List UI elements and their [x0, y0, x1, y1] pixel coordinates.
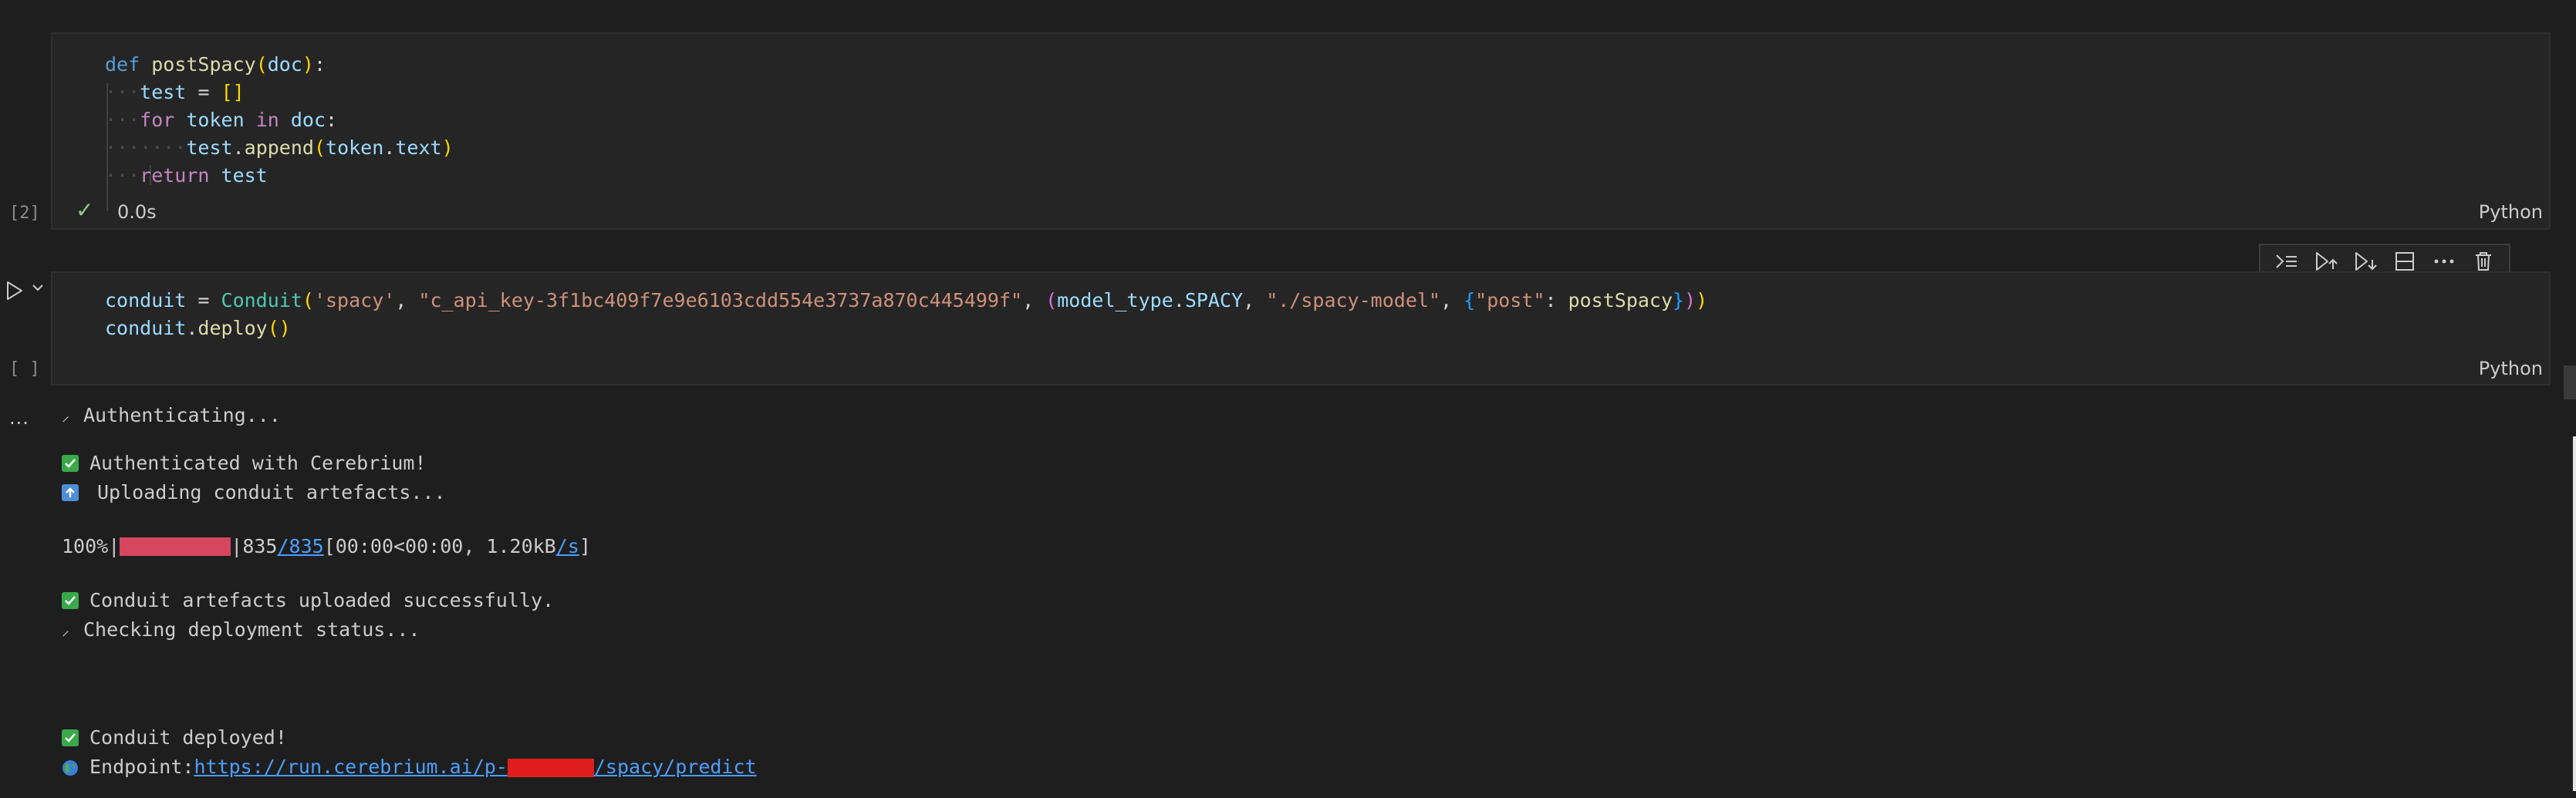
output-text: Authenticated with Cerebrium!	[89, 452, 427, 474]
code-line-1[interactable]: conduit = Conduit('spacy', "c_api_key-3f…	[105, 287, 1707, 315]
code-line-2[interactable]: ···test = []	[105, 79, 245, 106]
spinner-icon: ⸝	[62, 406, 69, 425]
endpoint-url-prefix: https://run.cerebrium.ai/p-	[194, 756, 508, 778]
check-mark-icon	[62, 729, 79, 746]
endpoint-link[interactable]: https://run.cerebrium.ai/p- /spacy/predic…	[194, 756, 756, 778]
method: append	[244, 136, 314, 159]
output-text: Checking deployment status...	[83, 618, 420, 641]
keyword: in	[255, 109, 279, 131]
execution-time: 0.0s	[117, 201, 157, 223]
check-mark-icon	[62, 454, 79, 472]
parameter: doc	[267, 53, 302, 76]
variable: token	[186, 109, 245, 131]
run-cell-below-icon[interactable]	[2353, 249, 2378, 274]
attribute: SPACY	[1184, 289, 1244, 311]
attribute: text	[395, 136, 442, 159]
keyword: return	[140, 164, 210, 187]
output-line-authenticated: Authenticated with Cerebrium!	[62, 452, 427, 474]
more-actions-icon[interactable]	[2432, 249, 2456, 274]
output-line-authenticating: ⸝ Authenticating...	[62, 404, 281, 426]
list-literal: []	[221, 81, 245, 103]
function-name: postSpacy	[151, 53, 256, 76]
output-text: Uploading conduit artefacts...	[97, 481, 446, 503]
variable: token	[326, 136, 384, 159]
output-text: Conduit deployed!	[89, 726, 287, 749]
code-line-5[interactable]: ···return test	[105, 162, 268, 190]
delete-cell-icon[interactable]	[2471, 249, 2496, 274]
execution-count: [ ]	[9, 359, 40, 379]
class-name: Conduit	[221, 289, 302, 311]
output-line-uploading: Uploading conduit artefacts...	[62, 481, 446, 503]
progress-separator: |	[231, 535, 243, 557]
variable: test	[221, 164, 268, 187]
run-cell-icon[interactable]	[3, 279, 26, 302]
scrollbar-marker[interactable]	[2564, 365, 2576, 399]
string-literal: "c_api_key-3f1bc409f7e9e6103cdd554e3737a…	[418, 289, 1023, 311]
code-line-4[interactable]: ·······test.append(token.text)	[105, 134, 454, 162]
run-above-icon[interactable]	[2274, 249, 2299, 274]
code-cell-2[interactable]: conduit = Conduit('spacy', "c_api_key-3f…	[51, 271, 2551, 386]
variable: model_type	[1057, 289, 1173, 311]
upload-arrow-icon	[62, 483, 79, 501]
cell-language[interactable]: Python	[2479, 201, 2543, 223]
variable: doc	[290, 109, 326, 131]
output-line-uploaded: Conduit artefacts uploaded successfully.	[62, 589, 554, 611]
string-literal: "post"	[1475, 289, 1545, 311]
variable: conduit	[105, 317, 187, 339]
endpoint-url-suffix: /spacy/predict	[593, 756, 757, 778]
progress-count: 835	[242, 535, 278, 557]
progress-rate-link[interactable]: /s	[556, 535, 579, 557]
progress-close: ]	[579, 535, 591, 557]
endpoint-label: Endpoint:	[89, 756, 194, 778]
redaction-block	[507, 759, 594, 777]
output-line-progress: 100%| | 835/835 [00:00<00:00, 1.20kB/s]	[62, 535, 591, 557]
keyword: def	[105, 53, 140, 76]
code-line-3[interactable]: ···for token in doc:	[105, 106, 337, 134]
progress-total-link[interactable]: /835	[277, 535, 323, 557]
progress-timing: [00:00<00:00, 1.20kB	[323, 535, 556, 557]
scrollbar[interactable]	[2573, 436, 2576, 791]
spinner-icon: ⸝	[62, 621, 69, 639]
globe-icon	[62, 759, 79, 776]
split-cell-icon[interactable]	[2392, 249, 2417, 274]
variable: conduit	[105, 289, 187, 311]
success-check-icon: ✓	[76, 197, 94, 223]
cell-language[interactable]: Python	[2479, 358, 2543, 379]
variable: test	[186, 136, 233, 159]
string-literal: 'spacy'	[313, 289, 396, 311]
variable: test	[140, 81, 187, 103]
function-name: postSpacy	[1568, 289, 1673, 311]
string-literal: "./spacy-model"	[1266, 289, 1440, 311]
progress-percent: 100%|	[62, 535, 120, 557]
code-line-2[interactable]: conduit.deploy()	[105, 315, 291, 342]
method: deploy	[198, 317, 268, 339]
check-mark-icon	[62, 591, 79, 609]
output-line-deployed: Conduit deployed!	[62, 726, 287, 749]
progress-bar	[120, 537, 231, 556]
output-text: Conduit artefacts uploaded successfully.	[89, 589, 555, 611]
operator: =	[198, 81, 210, 103]
code-cell-1[interactable]: def postSpacy(doc): ···test = [] ···for …	[51, 32, 2551, 230]
progress-fill	[120, 537, 231, 556]
run-cell-above-icon[interactable]	[2314, 249, 2338, 274]
output-line-checking: ⸝ Checking deployment status...	[62, 618, 420, 641]
chevron-down-icon[interactable]	[31, 281, 45, 295]
code-line-1[interactable]: def postSpacy(doc):	[105, 51, 326, 79]
execution-count: [2]	[9, 204, 40, 223]
keyword: for	[140, 109, 175, 131]
output-menu-icon[interactable]: ...	[9, 407, 29, 429]
output-line-endpoint: Endpoint: https://run.cerebrium.ai/p- /sp…	[62, 756, 757, 778]
output-text: Authenticating...	[83, 404, 281, 426]
